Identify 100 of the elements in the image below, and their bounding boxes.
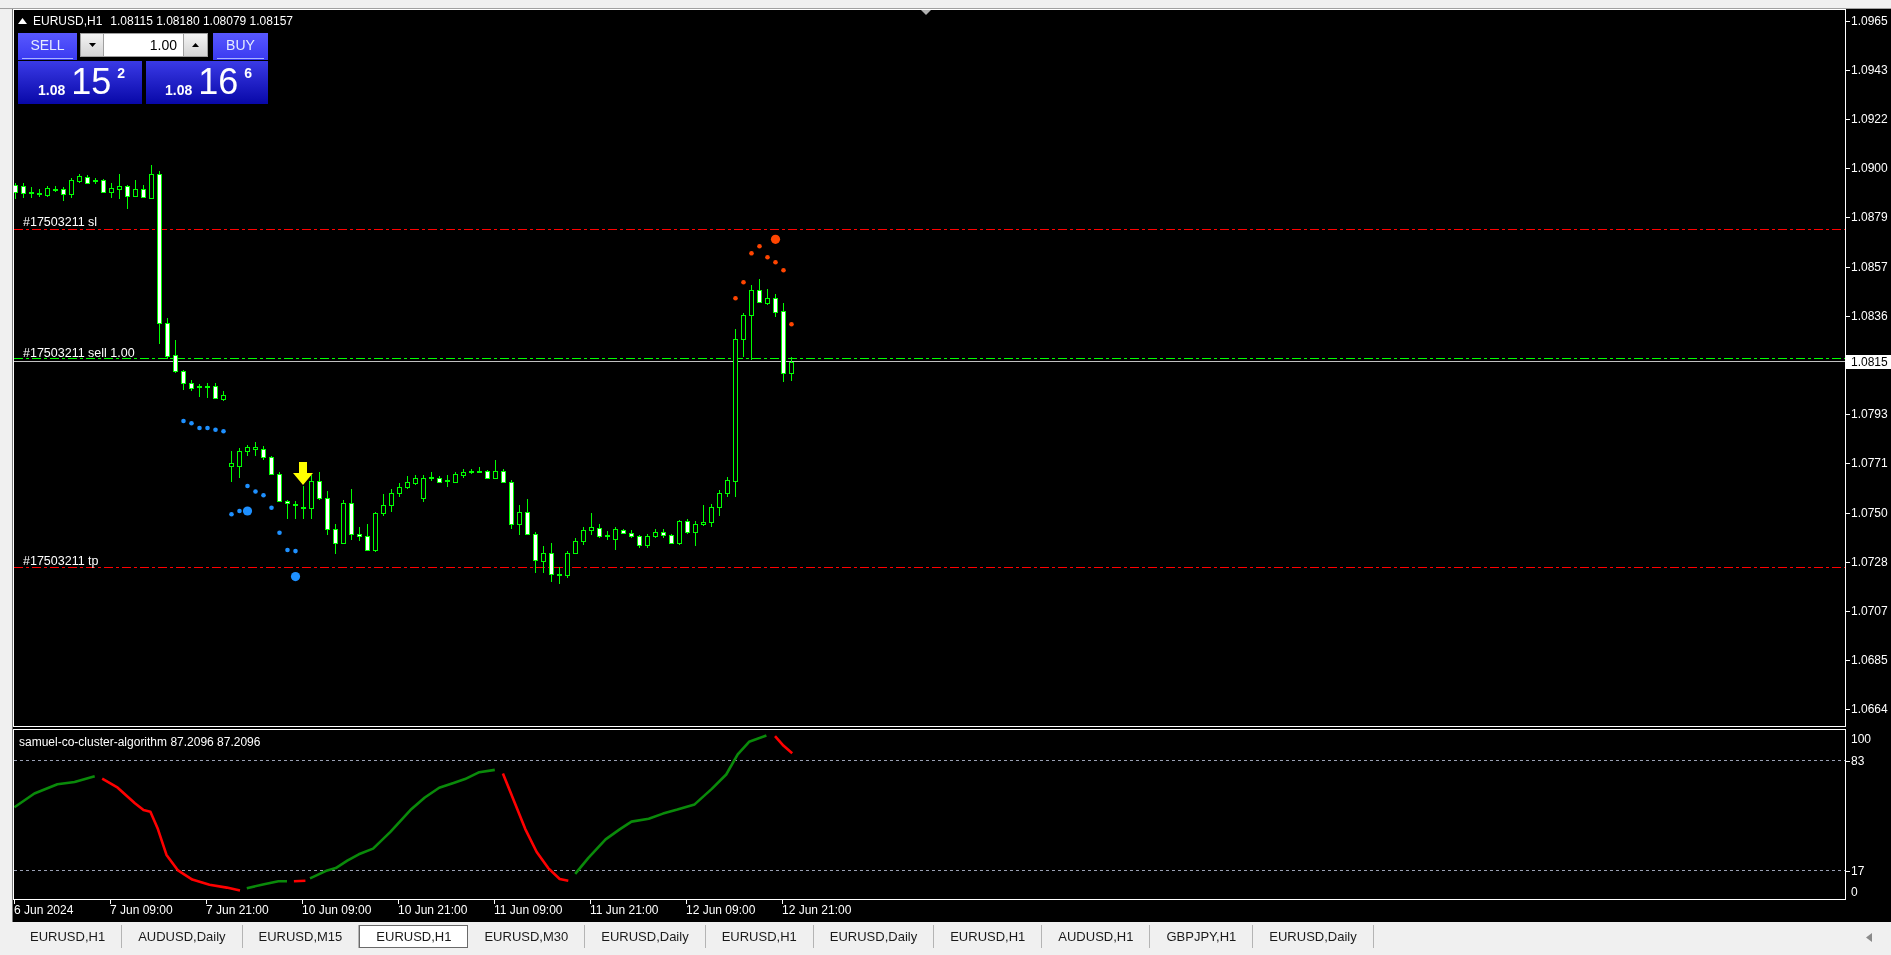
rising-candle (693, 520, 698, 547)
price-axis-label: 1.0728 (1851, 554, 1888, 569)
rising-candle (229, 450, 234, 483)
dot-marker-icon (221, 429, 226, 434)
chart-shift-icon (921, 10, 931, 15)
price-axis-label: 1.0771 (1851, 456, 1888, 471)
indicator-title: samuel-co-cluster-algorithm 87.2096 87.2096 (19, 735, 261, 749)
rising-candle (245, 444, 250, 457)
chart-tab[interactable]: EURUSD,Daily (585, 925, 706, 948)
rising-candle (133, 179, 138, 198)
buy-button[interactable]: BUY (213, 33, 268, 60)
rising-candle (741, 312, 746, 358)
scroll-left-icon[interactable] (1866, 933, 1872, 942)
lot-increase-button[interactable] (183, 33, 208, 57)
lot-size-field[interactable]: 1.00 (104, 33, 183, 57)
dot-marker-icon (269, 505, 274, 510)
rising-candle (789, 356, 794, 382)
rising-candle (149, 164, 154, 200)
rising-candle (341, 499, 346, 545)
dot-marker-icon (181, 418, 186, 424)
rising-candle (469, 468, 474, 475)
falling-candle (557, 566, 562, 585)
chart-tab[interactable]: AUDUSD,H1 (1042, 925, 1151, 948)
rising-candle (717, 489, 722, 517)
price-axis-label: 1.0664 (1851, 702, 1888, 717)
rising-candle (93, 177, 98, 185)
rising-candle (205, 382, 210, 399)
dot-marker-icon (741, 280, 746, 285)
falling-candle (661, 528, 666, 539)
price-axis-label: 1.0750 (1851, 505, 1888, 520)
chart-tab[interactable]: EURUSD,Daily (1253, 925, 1374, 948)
chart-tab[interactable]: EURUSD,M30 (468, 925, 586, 948)
falling-candle (261, 445, 266, 461)
chart-tab[interactable]: EURUSD,H1 (934, 925, 1043, 948)
chart-tab[interactable]: AUDUSD,Daily (122, 925, 243, 948)
falling-candle (165, 317, 170, 360)
price-axis-label: 1.0900 (1851, 161, 1888, 176)
rising-candle (493, 459, 498, 479)
dot-marker-icon (733, 296, 738, 301)
falling-candle (365, 523, 370, 552)
current-price-label: 1.0815 (1846, 355, 1891, 369)
falling-candle (213, 382, 218, 400)
falling-candle (141, 184, 146, 199)
falling-candle (685, 518, 690, 535)
caret-up-icon (192, 43, 199, 47)
dot-marker-icon (781, 268, 786, 273)
chart-tab[interactable]: EURUSD,H1 (705, 925, 814, 948)
dot-marker-icon (189, 420, 194, 426)
falling-candle (189, 379, 194, 392)
rising-candle (309, 474, 314, 520)
rising-candle (77, 173, 82, 184)
time-axis-label: 12 Jun 21:00 (782, 903, 852, 917)
indicator-axis-label: 0 (1851, 885, 1858, 899)
falling-candle (437, 475, 442, 484)
rising-candle (301, 485, 306, 520)
rising-candle (765, 288, 770, 306)
chart-tab[interactable]: EURUSD,H1 (14, 925, 123, 948)
falling-candle (61, 186, 66, 202)
dot-marker-icon (285, 547, 290, 553)
time-axis-label: 12 Jun 09:00 (686, 903, 756, 917)
chart-symbol: EURUSD,H1 (33, 14, 103, 28)
chart-tab[interactable]: EURUSD,Daily (813, 925, 935, 948)
indicator-axis-label: 17 (1851, 864, 1865, 878)
rising-candle (69, 177, 74, 199)
time-axis-label: 11 Jun 21:00 (590, 903, 659, 917)
up-triangle-icon[interactable] (18, 18, 27, 24)
rising-candle (445, 474, 450, 488)
rising-candle (709, 503, 714, 528)
rising-candle (477, 466, 482, 473)
rising-candle (237, 447, 242, 479)
rising-candle (581, 526, 586, 546)
falling-line-segment (774, 735, 794, 755)
rising-candle (589, 512, 594, 536)
price-axis-label: 1.0922 (1851, 111, 1888, 126)
dot-marker-icon (229, 511, 234, 517)
falling-candle (501, 468, 506, 483)
chart-tab[interactable]: EURUSD,H1 (359, 925, 469, 948)
large-dot-marker-icon (242, 506, 253, 516)
chart-tab[interactable]: GBPJPY,H1 (1150, 925, 1254, 948)
rising-candle (653, 528, 658, 539)
falling-candle (285, 499, 290, 520)
falling-candle (317, 471, 322, 501)
rising-candle (37, 188, 42, 198)
rising-candle (197, 383, 202, 398)
falling-candle (669, 533, 674, 545)
rising-candle (461, 468, 466, 479)
rising-candle (413, 474, 418, 486)
falling-candle (485, 469, 490, 480)
sell-button[interactable]: SELL (18, 33, 77, 60)
falling-candle (181, 369, 186, 391)
time-axis-label: 10 Jun 09:00 (302, 903, 372, 917)
rising-candle (573, 537, 578, 555)
rising-candle (373, 511, 378, 553)
rising-candle (109, 182, 114, 199)
rising-candle (389, 488, 394, 513)
lot-decrease-button[interactable] (80, 33, 104, 57)
rising-candle (221, 390, 226, 402)
rising-candle (421, 474, 426, 503)
falling-candle (277, 471, 282, 503)
time-axis-label: 6 Jun 2024 (14, 903, 74, 917)
